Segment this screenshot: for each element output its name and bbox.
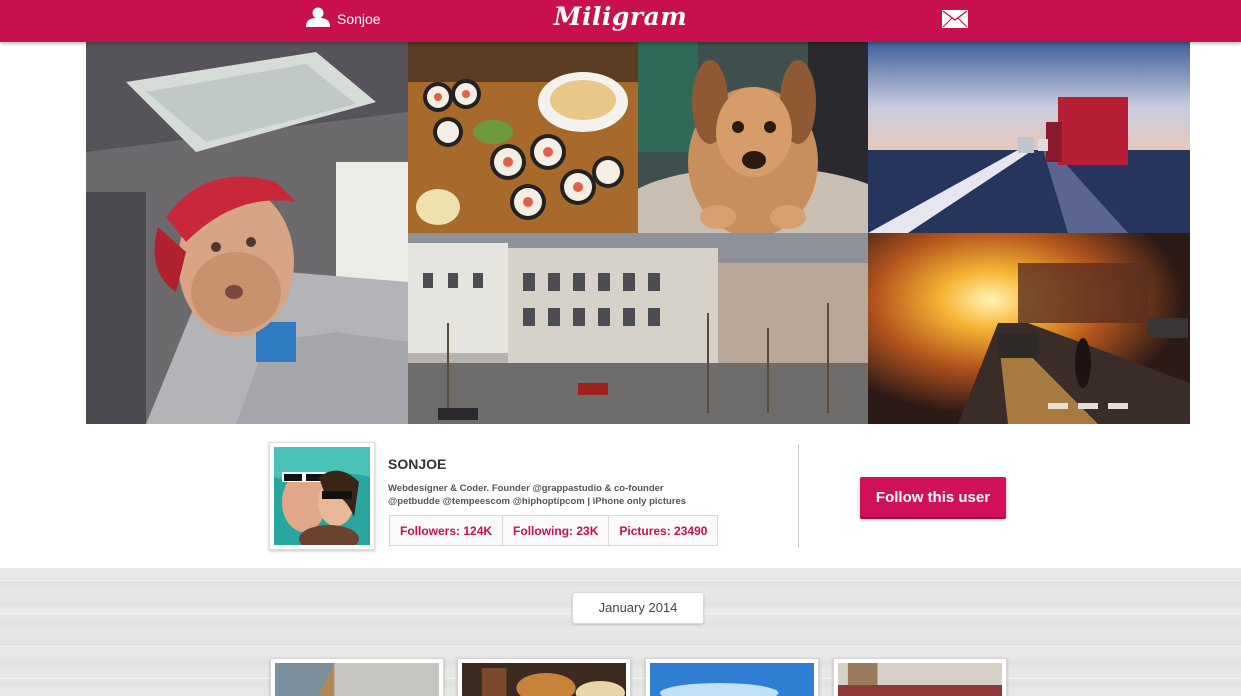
user-menu[interactable]: Sonjoe <box>305 7 381 32</box>
top-bar: Sonjoe Miligram <box>0 0 1241 42</box>
timeline-photo[interactable] <box>270 658 444 696</box>
following-stat[interactable]: Following: 23K <box>503 516 610 545</box>
cover-photo-grid <box>86 42 1190 424</box>
followers-stat[interactable]: Followers: 124K <box>390 516 504 545</box>
bio-line-1: Webdesigner & Coder. Founder @grappastud… <box>388 483 664 494</box>
bio-line-2: @petbudde @tempeescom @hiphoptipcom | iP… <box>388 496 687 507</box>
timeline-photo[interactable] <box>833 658 1007 696</box>
timeline-photo[interactable] <box>645 658 819 696</box>
profile-bio: Webdesigner & Coder. Founder @grappastud… <box>388 482 718 508</box>
user-silhouette-icon <box>305 7 331 32</box>
photo-sunset-street[interactable] <box>868 233 1190 424</box>
photo-truck-on-highway[interactable] <box>868 42 1190 233</box>
avatar[interactable] <box>269 442 375 550</box>
photo-timeline: January 2014 <box>0 568 1241 696</box>
photo-selfie-in-car[interactable] <box>86 42 408 424</box>
wood-grain-line <box>0 646 1241 647</box>
pictures-stat[interactable]: Pictures: 23490 <box>609 516 718 545</box>
wood-grain-line <box>0 580 1241 581</box>
envelope-icon[interactable] <box>942 10 968 28</box>
month-label: January 2014 <box>572 592 704 624</box>
photo-puppy[interactable] <box>638 42 868 233</box>
profile-divider <box>798 444 799 548</box>
follow-user-button[interactable]: Follow this user <box>860 477 1006 517</box>
photo-city-building[interactable] <box>408 233 868 424</box>
profile-stats: Followers: 124K Following: 23K Pictures:… <box>389 515 719 546</box>
photo-sushi[interactable] <box>408 42 638 233</box>
app-logo: Miligram <box>553 2 688 31</box>
username-label: Sonjoe <box>337 11 381 27</box>
timeline-photo[interactable] <box>457 658 631 696</box>
profile-name: SONJOE <box>388 456 447 472</box>
profile-section: SONJOE Webdesigner & Coder. Founder @gra… <box>0 424 1241 568</box>
